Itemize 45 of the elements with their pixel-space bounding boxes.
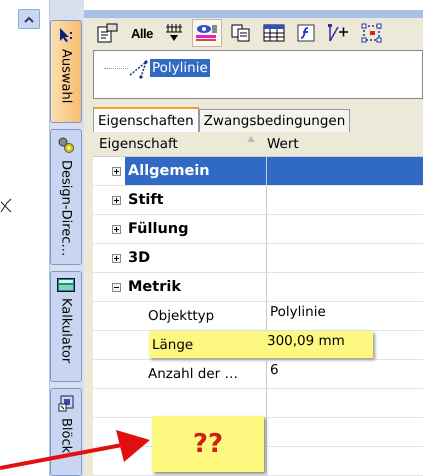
copy-icon[interactable]	[230, 23, 251, 43]
category-name[interactable]: Füllung	[125, 215, 267, 243]
category-name[interactable]: Stift	[125, 186, 267, 214]
layers-icon[interactable]	[194, 23, 219, 43]
sidebar-tab[interactable]: Design-Direc…	[50, 129, 82, 266]
tab[interactable]: Zwangsbedingungen	[198, 109, 350, 132]
category-name[interactable]: Metrik	[125, 273, 267, 301]
expand-icon[interactable]	[112, 166, 121, 176]
property-name: Objekttyp	[145, 302, 267, 330]
collapse-icon[interactable]	[112, 282, 121, 292]
toolbar-button[interactable]	[192, 19, 222, 47]
question-note: ??	[152, 416, 264, 472]
function-icon[interactable]	[296, 24, 315, 42]
sidebar-tab[interactable]: Kalkulator	[50, 271, 82, 382]
property-value: Polylinie	[269, 303, 327, 322]
category-name[interactable]: Allgemein	[125, 157, 267, 185]
calculator-icon	[57, 278, 75, 292]
property-name: Anzahl der …	[145, 360, 267, 388]
expand-icon[interactable]	[112, 254, 121, 262]
property-name: Länge	[151, 336, 194, 352]
scroll-up-button[interactable]	[18, 9, 40, 29]
sort-icon	[247, 136, 255, 142]
gears-icon	[57, 136, 75, 154]
cursor-icon	[58, 27, 74, 43]
tab[interactable]: Eigenschaften	[93, 107, 199, 132]
category-name[interactable]: 3D	[125, 244, 267, 272]
property-value: 300,09 mm	[267, 332, 345, 350]
cross-mark	[0, 198, 12, 214]
filter-button[interactable]: Alle	[128, 19, 156, 47]
sidebar-tab[interactable]: Blöck	[50, 388, 82, 476]
expand-icon[interactable]	[112, 196, 121, 204]
block-icon	[58, 395, 74, 412]
properties-icon[interactable]	[97, 23, 119, 43]
caret-icon	[24, 16, 34, 22]
column-header[interactable]: Eigenschaft	[99, 136, 178, 152]
selection-icon[interactable]	[360, 23, 383, 43]
filter-icon[interactable]	[164, 23, 183, 43]
column-header[interactable]: Wert	[267, 136, 299, 152]
move-icon[interactable]	[326, 23, 349, 43]
property-value: 6	[269, 361, 280, 380]
sidebar-tab[interactable]: Auswahl	[50, 20, 82, 124]
polyline-icon	[128, 59, 150, 79]
tree-item[interactable]: Polylinie	[150, 59, 210, 77]
expand-icon[interactable]	[112, 224, 121, 234]
table-icon[interactable]	[262, 23, 285, 43]
